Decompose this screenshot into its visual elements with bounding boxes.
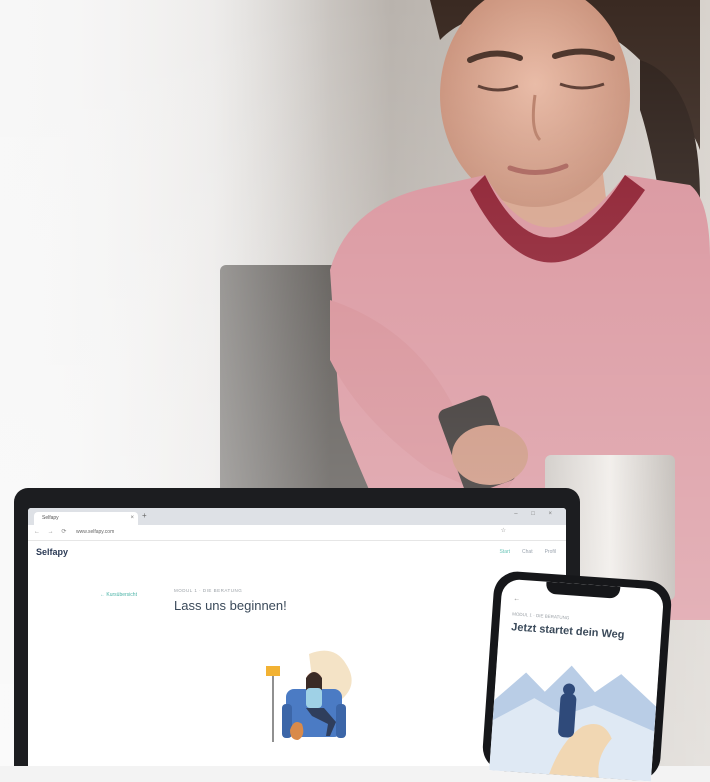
app-header: Selfapy Start Chat Profil <box>28 541 566 565</box>
url-field[interactable]: www.selfapy.com <box>76 528 114 537</box>
page-title: Lass uns beginnen! <box>174 598 287 613</box>
tab-close-icon[interactable]: × <box>130 512 134 525</box>
smartphone: ← MODUL 1 · DIE BERATUNG Jetzt startet d… <box>481 570 673 782</box>
header-item-chat[interactable]: Chat <box>522 549 533 555</box>
browser-tab[interactable]: Selfapy × <box>34 512 138 525</box>
browser-nav-icons[interactable]: ← → ⟳ <box>34 528 69 535</box>
new-tab-icon[interactable]: + <box>142 511 147 520</box>
header-item-profile[interactable]: Profil <box>545 549 556 555</box>
mountain-illustration <box>489 640 660 782</box>
armchair-illustration <box>266 650 352 742</box>
bookmark-star-icon[interactable]: ☆ <box>501 527 506 534</box>
tab-title: Selfapy <box>42 515 59 521</box>
phone-breadcrumb: MODUL 1 · DIE BERATUNG <box>512 611 570 621</box>
back-link[interactable]: ← Kursübersicht <box>100 592 137 598</box>
phone-notch <box>545 581 621 599</box>
phone-screen: ← MODUL 1 · DIE BERATUNG Jetzt startet d… <box>489 578 665 782</box>
phone-title: Jetzt startet dein Weg <box>510 621 625 642</box>
header-item-start[interactable]: Start <box>499 549 510 555</box>
breadcrumb: MODUL 1 · DIE BERATUNG <box>174 588 243 593</box>
browser-tab-bar: Selfapy × + – □ × <box>28 508 566 525</box>
address-bar: ← → ⟳ www.selfapy.com ☆ <box>28 525 566 541</box>
phone-back-icon[interactable]: ← <box>513 595 520 602</box>
header-nav: Start Chat Profil <box>499 549 556 555</box>
window-controls[interactable]: – □ × <box>514 511 558 517</box>
app-logo[interactable]: Selfapy <box>36 547 68 557</box>
photo-scene: Selfapy × + – □ × ← → ⟳ www.selfapy.com … <box>0 0 710 782</box>
